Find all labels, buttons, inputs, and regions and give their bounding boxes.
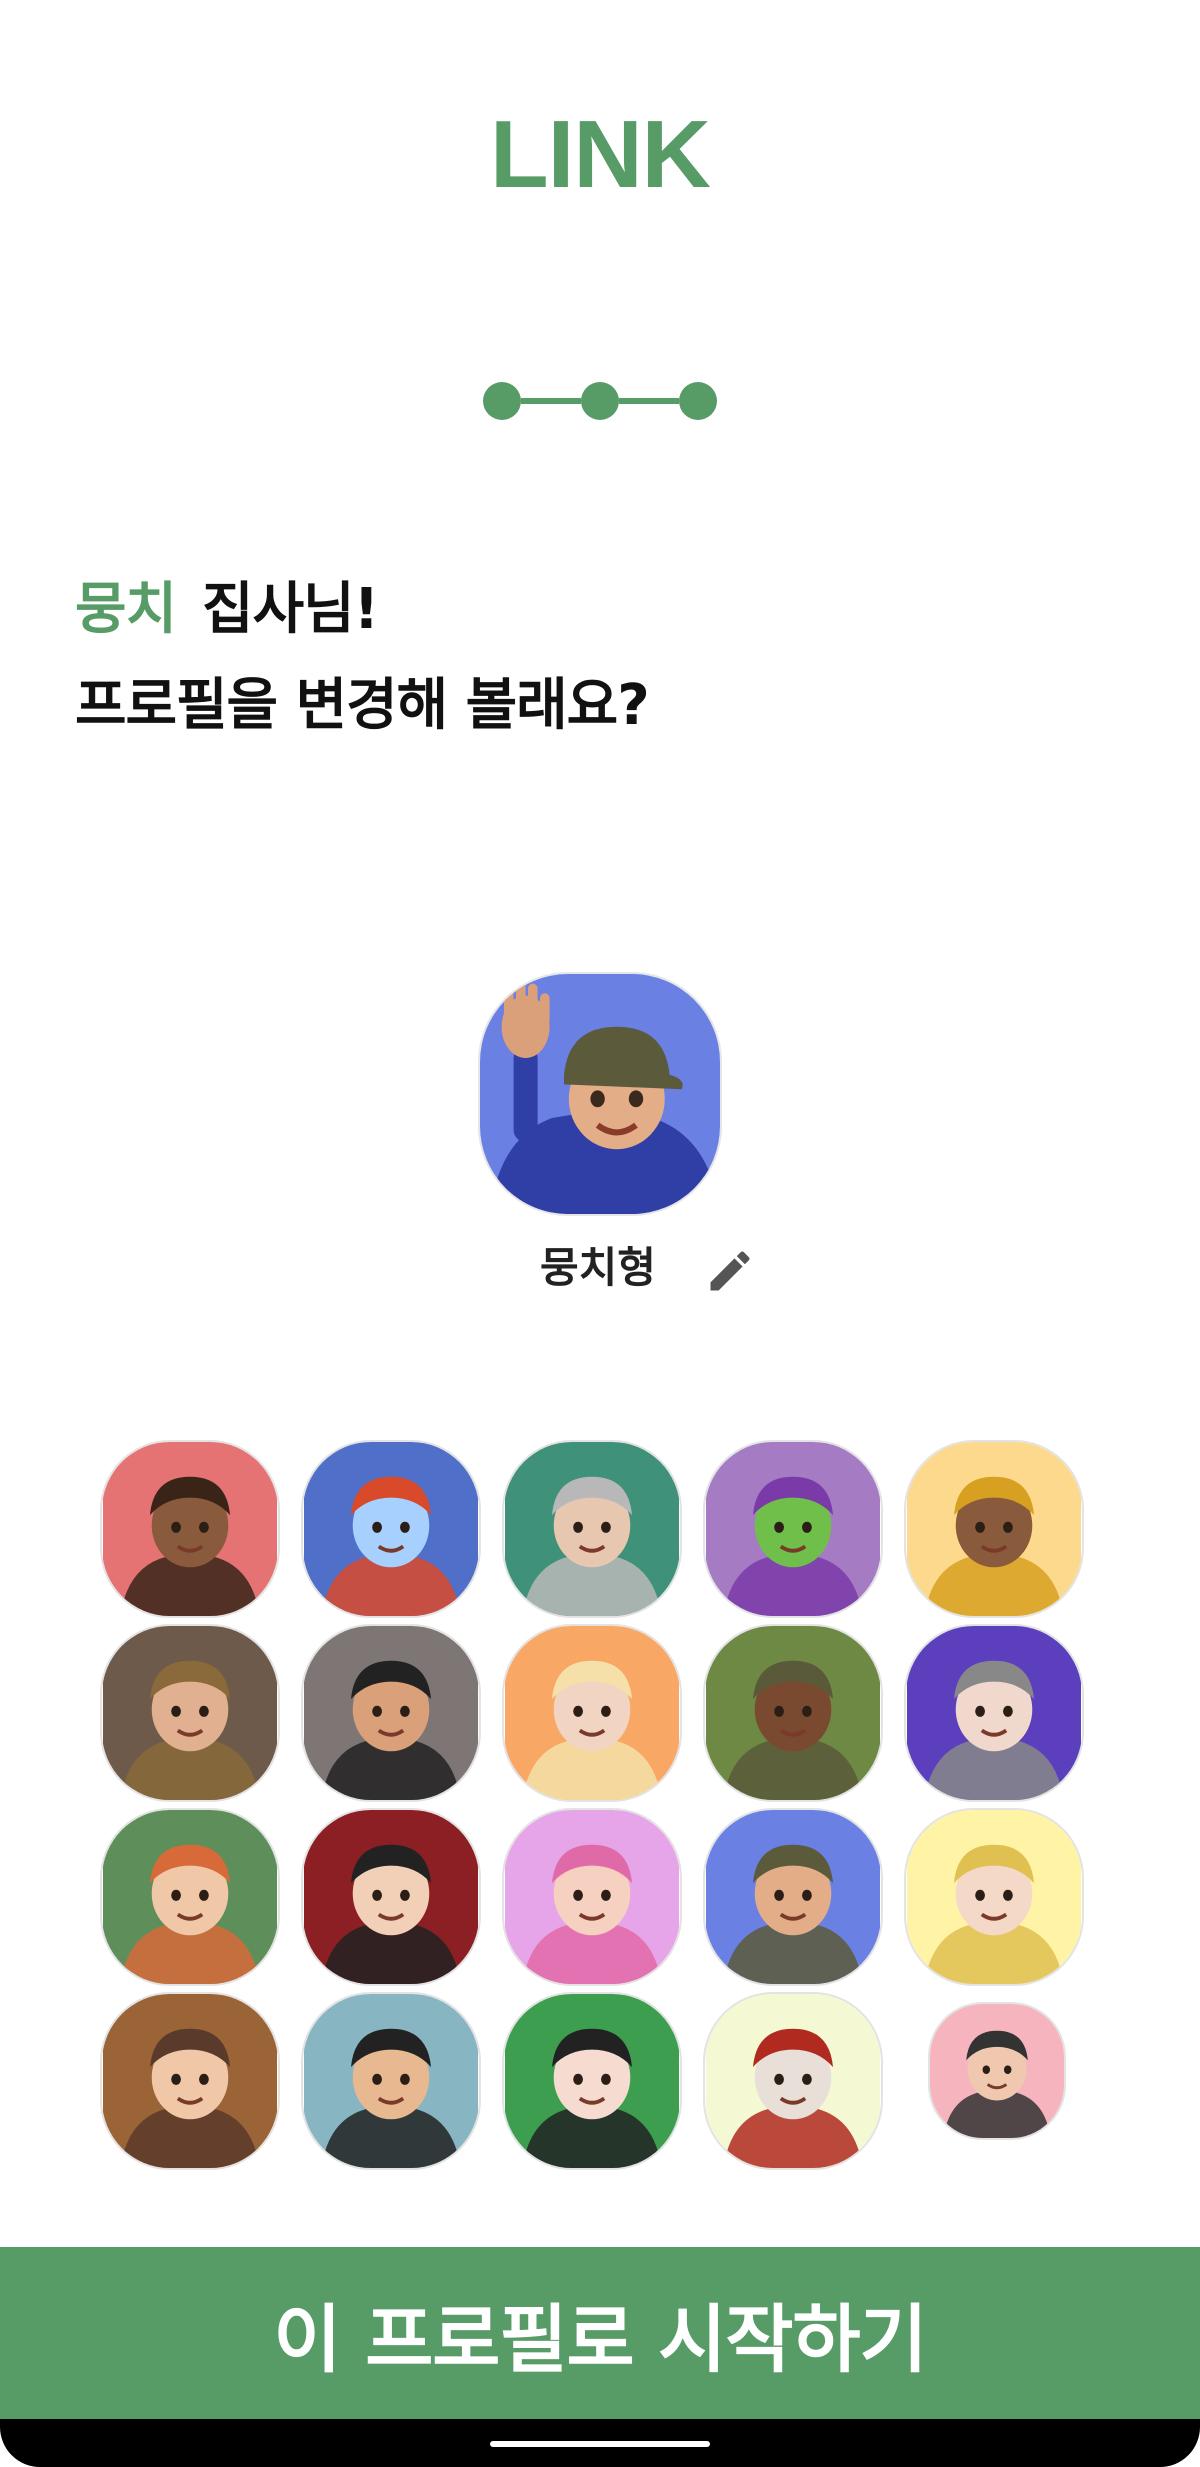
step-dot-1 (483, 382, 521, 420)
avatar-option-16[interactable] (100, 1992, 280, 2170)
pet-name: 뭉치 (75, 577, 177, 642)
memoji-glasses-face-icon (930, 2004, 1064, 2138)
memoji-cross-arms-icon (103, 1442, 277, 1616)
edit-nickname-button[interactable] (704, 1245, 756, 1297)
memoji-laptop-icon (103, 1626, 277, 1800)
avatar-option-13[interactable] (502, 1808, 682, 1986)
step-dot-3 (679, 382, 717, 420)
avatar-option-15[interactable] (904, 1808, 1084, 1986)
memoji-jester-hat-icon (505, 1994, 679, 2168)
start-with-profile-button[interactable]: 이 프로필로 시작하기 (0, 2247, 1200, 2419)
avatar-option-4[interactable] (703, 1440, 883, 1618)
step-connector-2 (619, 398, 679, 404)
avatar-option-6[interactable] (100, 1624, 280, 1802)
greeting-suffix: 집사님! (202, 577, 379, 642)
avatar-option-5[interactable] (904, 1440, 1084, 1618)
memoji-blonde-bangs-icon (505, 1626, 679, 1800)
memoji-tongue-out-icon (304, 1810, 478, 1984)
avatar-option-7[interactable] (301, 1624, 481, 1802)
system-navigation-bar (0, 2419, 1200, 2467)
pencil-icon (710, 1251, 750, 1291)
greeting-heading: 뭉치 집사님! 프로필을 변경해 볼래요? (75, 570, 650, 746)
selected-profile-avatar (478, 972, 722, 1216)
avatar-option-12[interactable] (301, 1808, 481, 1986)
avatar-option-3[interactable] (502, 1440, 682, 1618)
memoji-hearts-icon (505, 1810, 679, 1984)
memoji-crown-shrug-icon (907, 1810, 1081, 1984)
avatar-option-9[interactable] (703, 1624, 883, 1802)
avatar-option-2[interactable] (301, 1440, 481, 1618)
avatar-option-11[interactable] (100, 1808, 280, 1986)
progress-stepper (0, 380, 1200, 422)
greeting-question: 프로필을 변경해 볼래요? (75, 673, 650, 738)
memoji-black-beanie-icon (304, 1626, 478, 1800)
memoji-blue-mohawk-icon (304, 1442, 478, 1616)
memoji-nervous-icon (304, 1994, 478, 2168)
memoji-green-shocked-icon (706, 1442, 880, 1616)
memoji-space-buns-icon (907, 1626, 1081, 1800)
step-dot-2 (581, 382, 619, 420)
avatar-option-18[interactable] (502, 1992, 682, 2170)
memoji-thinking-icon (103, 1994, 277, 2168)
memoji-shrug-redhead-icon (103, 1810, 277, 1984)
memoji-thumbs-down-icon (706, 1626, 880, 1800)
avatar-option-8[interactable] (502, 1624, 682, 1802)
profile-nickname: 뭉치형 (540, 1243, 656, 1292)
memoji-waving-cap-icon (706, 1810, 880, 1984)
memoji-red-hat-icon (706, 1994, 880, 2168)
app-title: LINK (490, 101, 711, 208)
memoji-yellow-beanie-icon (907, 1442, 1081, 1616)
home-indicator[interactable] (490, 2441, 710, 2447)
avatar-option-10[interactable] (904, 1624, 1084, 1802)
avatar-option-17[interactable] (301, 1992, 481, 2170)
avatar-grid (100, 1440, 1100, 2170)
profile-name-row: 뭉치형 (0, 1235, 1200, 1305)
avatar-option-20[interactable] (928, 2002, 1066, 2140)
memoji-waving-cap-icon (480, 974, 720, 1214)
avatar-option-19[interactable] (703, 1992, 883, 2170)
step-connector-1 (521, 398, 581, 404)
memoji-grey-beard-icon (505, 1442, 679, 1616)
avatar-option-1[interactable] (100, 1440, 280, 1618)
avatar-option-14[interactable] (703, 1808, 883, 1986)
